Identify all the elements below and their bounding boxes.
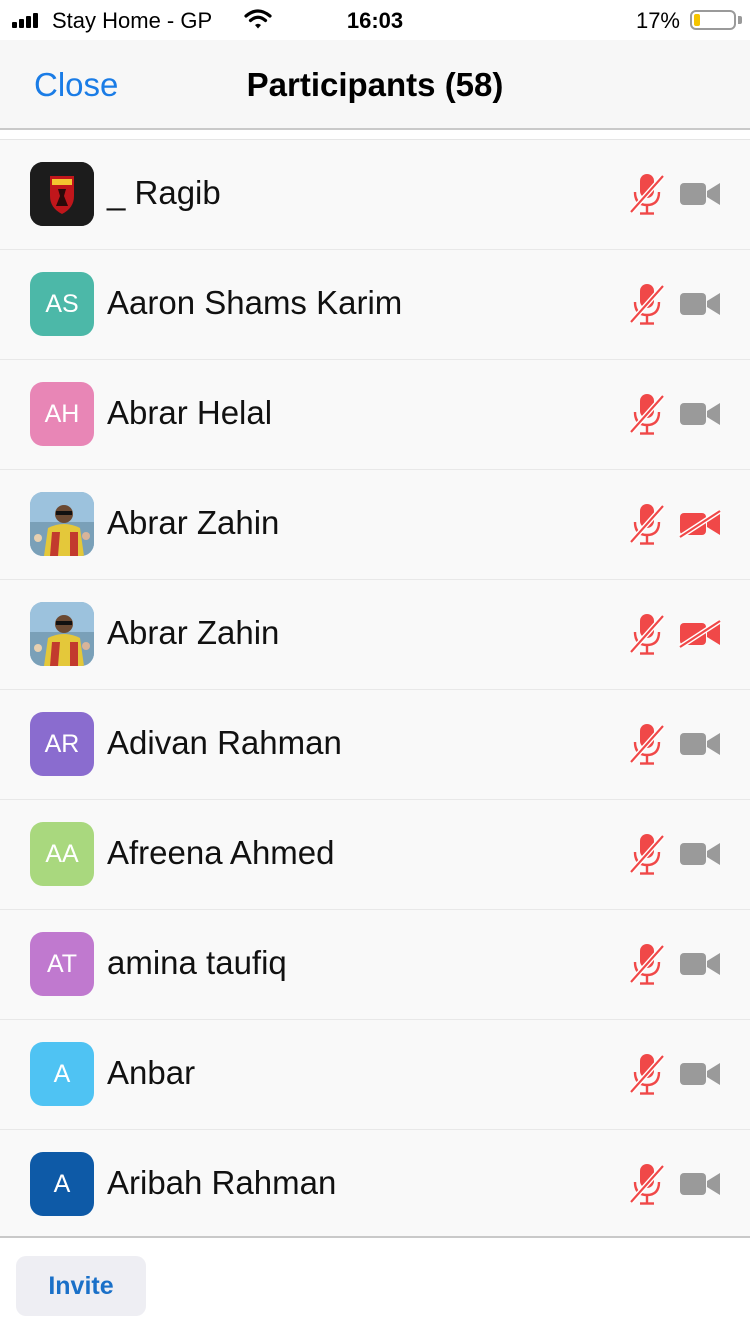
video-camera-icon bbox=[678, 400, 722, 428]
mic-muted-icon bbox=[628, 832, 666, 876]
battery-level-fill bbox=[694, 14, 700, 26]
avatar-initials: AT bbox=[30, 932, 94, 996]
nav-bar: Close Participants (58) bbox=[0, 40, 750, 128]
avatar-initials: A bbox=[30, 1152, 94, 1216]
participant-row[interactable]: _ Ragib bbox=[0, 140, 750, 250]
bottom-toolbar: Invite bbox=[0, 1236, 750, 1336]
video-off-icon bbox=[678, 508, 722, 540]
mic-muted-icon bbox=[628, 942, 666, 986]
participant-row[interactable]: Abrar Zahin bbox=[0, 580, 750, 690]
video-camera-icon bbox=[678, 180, 722, 208]
mic-muted-icon bbox=[628, 1162, 666, 1206]
mic-muted-icon bbox=[628, 392, 666, 436]
participant-name: amina taufiq bbox=[107, 944, 287, 981]
participant-name: Anbar bbox=[107, 1054, 196, 1091]
participant-row[interactable]: A Anbar bbox=[0, 1020, 750, 1130]
battery-percentage: 17% bbox=[635, 8, 680, 33]
avatar-initials: AA bbox=[30, 822, 94, 886]
avatar-initials: AS bbox=[30, 272, 94, 336]
participant-row[interactable]: AR Adivan Rahman bbox=[0, 690, 750, 800]
avatar-logo bbox=[30, 162, 94, 226]
invite-button[interactable]: Invite bbox=[16, 1256, 146, 1316]
avatar-photo bbox=[30, 602, 94, 666]
participant-name: Afreena Ahmed bbox=[107, 834, 335, 871]
mic-muted-icon bbox=[628, 612, 666, 656]
participant-name: Aaron Shams Karim bbox=[107, 284, 403, 321]
status-bar: Stay Home - GP 16:03 17% bbox=[0, 0, 750, 40]
participant-row[interactable]: Abrar Zahin bbox=[0, 470, 750, 580]
mic-muted-icon bbox=[628, 502, 666, 546]
participants-list[interactable]: _ Ragib AS Aaron Shams Karim AH Abrar Hela… bbox=[0, 140, 750, 1240]
video-camera-icon bbox=[678, 730, 722, 758]
avatar-initials: A bbox=[30, 1042, 94, 1106]
participant-name: Abrar Zahin bbox=[107, 504, 280, 541]
participant-row[interactable]: AA Afreena Ahmed bbox=[0, 800, 750, 910]
participant-name: Abrar Helal bbox=[107, 394, 273, 431]
participant-name: Aribah Rahman bbox=[107, 1164, 337, 1201]
participant-row[interactable]: A Aribah Rahman bbox=[0, 1130, 750, 1240]
mic-muted-icon bbox=[628, 1052, 666, 1096]
video-off-icon bbox=[678, 618, 722, 650]
participant-name: Adivan Rahman bbox=[107, 724, 342, 761]
video-camera-icon bbox=[678, 950, 722, 978]
mic-muted-icon bbox=[628, 282, 666, 326]
participant-name: _ Ragib bbox=[107, 174, 221, 211]
battery-icon bbox=[690, 10, 736, 30]
avatar-initials: AR bbox=[30, 712, 94, 776]
battery-cap bbox=[738, 16, 742, 24]
participant-row[interactable]: AT amina taufiq bbox=[0, 910, 750, 1020]
participant-row[interactable]: AS Aaron Shams Karim bbox=[0, 250, 750, 360]
participant-row[interactable]: AH Abrar Helal bbox=[0, 360, 750, 470]
page-title: Participants (58) bbox=[246, 66, 504, 103]
video-camera-icon bbox=[678, 1170, 722, 1198]
participant-name: Abrar Zahin bbox=[107, 614, 280, 651]
mic-muted-icon bbox=[628, 172, 666, 216]
video-camera-icon bbox=[678, 840, 722, 868]
video-camera-icon bbox=[678, 290, 722, 318]
mic-muted-icon bbox=[628, 722, 666, 766]
video-camera-icon bbox=[678, 1060, 722, 1088]
avatar-initials: AH bbox=[30, 382, 94, 446]
avatar-photo bbox=[30, 492, 94, 556]
